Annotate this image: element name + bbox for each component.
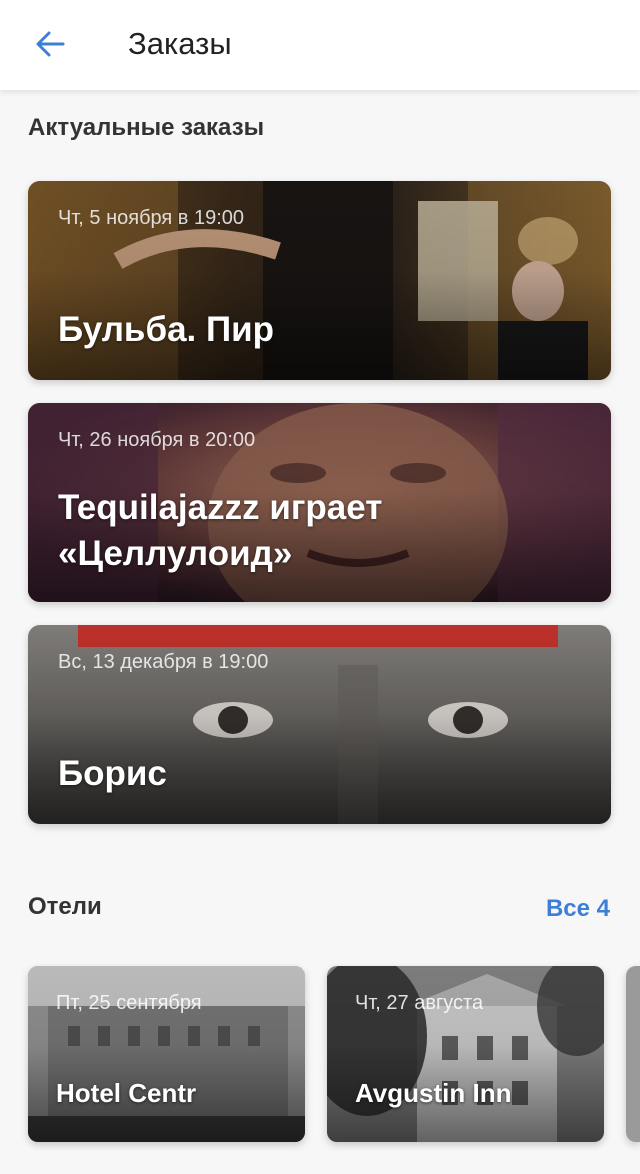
order-card[interactable]: Чт, 5 ноября в 19:00 Бульба. Пир [28, 181, 611, 380]
event-date: Чт, 5 ноября в 19:00 [58, 207, 245, 229]
event-title: Бульба. Пир [58, 310, 275, 349]
hotel-card[interactable]: Чт, 27 августа Avgustin Inn [327, 966, 604, 1142]
back-button[interactable] [22, 20, 78, 68]
hotel-date: Пт, 25 сентября [56, 992, 202, 1014]
page-title: Заказы [128, 26, 232, 61]
order-card[interactable]: Вс, 13 декабря в 19:00 Борис [28, 625, 611, 824]
hotel-name: Hotel Centr [56, 1078, 197, 1108]
event-date: Чт, 26 ноября в 20:00 [58, 429, 256, 451]
event-title: Борис [58, 754, 167, 793]
arrow-left-icon [36, 31, 65, 57]
event-title: Tequilajazzz играет «Целлулоид» [58, 488, 383, 573]
orders-section-title: Актуальные заказы [28, 114, 265, 141]
app-bar: Заказы [0, 0, 640, 90]
hotel-card[interactable]: Пт, 25 сентября Hotel Centr [28, 966, 305, 1142]
see-all-hotels-link[interactable]: Все 4 [546, 895, 610, 923]
hotel-card-partial[interactable] [626, 966, 640, 1142]
hotel-name: Avgustin Inn [355, 1078, 512, 1108]
order-card[interactable]: Чт, 26 ноября в 20:00 Tequilajazzz играе… [28, 403, 611, 602]
event-date: Вс, 13 декабря в 19:00 [58, 651, 269, 673]
hotels-section-title: Отели [28, 893, 102, 920]
hotel-date: Чт, 27 августа [355, 992, 484, 1014]
